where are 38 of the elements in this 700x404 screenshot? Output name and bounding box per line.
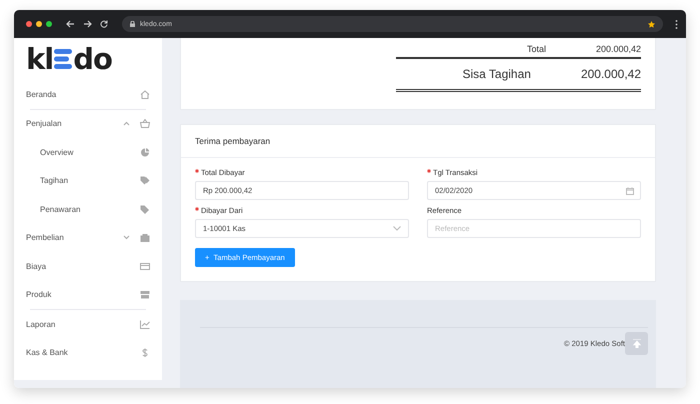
logo-e-icon (53, 48, 74, 70)
basket-icon (140, 119, 150, 128)
bag-icon (140, 233, 150, 242)
sidebar-item[interactable]: Beranda (26, 80, 150, 108)
calendar-icon (626, 186, 634, 194)
sidebar-item[interactable]: Laporan (26, 310, 150, 338)
card-title: Terima pembayaran (195, 136, 270, 146)
dollar-icon (140, 348, 150, 358)
window-controls-icon[interactable] (26, 21, 52, 27)
chevron-icon (393, 226, 401, 231)
arrow-up-icon (632, 339, 640, 348)
sidebar-item[interactable]: Produk (26, 280, 150, 309)
sidebar-subitem[interactable]: Penawaran (26, 195, 150, 224)
tags-icon (140, 176, 150, 186)
summary-label: Total (526, 44, 547, 54)
sidebar-item[interactable]: Pembelian (26, 224, 150, 252)
chart-icon (140, 320, 150, 329)
summary-value: 200.000,42 (596, 44, 641, 54)
box-icon (140, 290, 150, 300)
sidebar-subitem[interactable]: Overview (26, 138, 150, 166)
logo-text: kl (26, 44, 54, 74)
logo-text: do (73, 44, 112, 74)
sidebar-item[interactable]: Biaya (26, 252, 150, 280)
forward-icon[interactable] (83, 20, 92, 28)
summary-label: Sisa Tagihan (461, 67, 532, 81)
sidebar-subitem[interactable]: Tagihan (26, 166, 150, 195)
more-icon[interactable] (675, 20, 678, 28)
sidebar-item[interactable]: Penjualan (26, 110, 150, 138)
summary-value: 200.000,42 (580, 67, 641, 81)
reload-icon[interactable] (100, 20, 108, 28)
card-icon (140, 262, 150, 271)
home-icon (140, 90, 150, 99)
star-icon[interactable] (648, 20, 655, 28)
lock-icon (130, 21, 135, 27)
sidebar-item[interactable]: Kas & Bank (26, 338, 150, 367)
pie-icon (140, 148, 150, 157)
back-icon[interactable] (66, 20, 75, 28)
tag-icon (140, 204, 150, 214)
